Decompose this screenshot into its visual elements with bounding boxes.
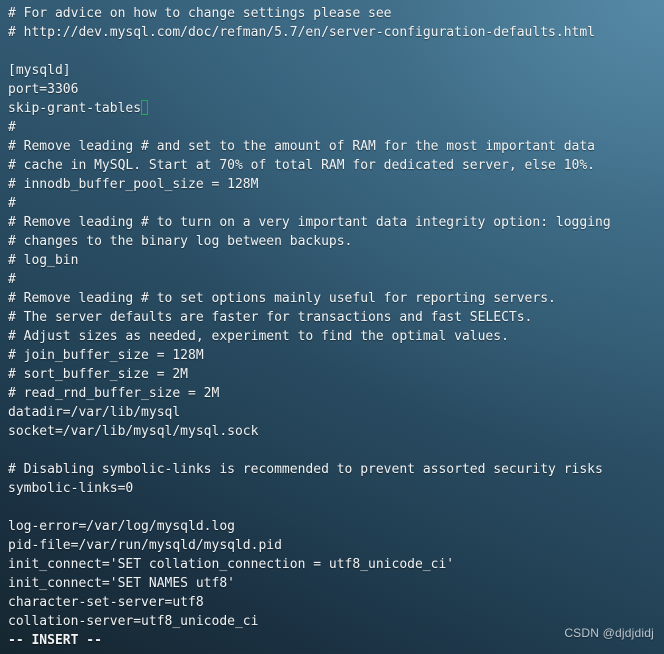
- text-line: # join_buffer_size = 128M: [8, 348, 204, 363]
- text-line: # Remove leading # and set to the amount…: [8, 139, 595, 154]
- text-line: # Disabling symbolic-links is recommende…: [8, 462, 603, 477]
- text-line: [8, 42, 664, 61]
- text-line: init_connect='SET NAMES utf8': [8, 576, 235, 591]
- text-line: # Adjust sizes as needed, experiment to …: [8, 329, 509, 344]
- text-line: port=3306: [8, 82, 79, 97]
- text-line: # read_rnd_buffer_size = 2M: [8, 386, 220, 401]
- text-line: # Remove leading # to set options mainly…: [8, 291, 556, 306]
- text-line: # log_bin: [8, 253, 79, 268]
- text-line: [8, 441, 664, 460]
- text-line: skip-grant-tables: [8, 99, 664, 118]
- text-line: # The server defaults are faster for tra…: [8, 310, 533, 325]
- terminal-window[interactable]: # For advice on how to change settings p…: [0, 0, 664, 654]
- text-line: # For advice on how to change settings p…: [8, 6, 392, 21]
- text-line: # Remove leading # to turn on a very imp…: [8, 215, 611, 230]
- text-line: #: [8, 120, 16, 135]
- text-cursor: [141, 100, 149, 115]
- text-line: datadir=/var/lib/mysql: [8, 405, 181, 420]
- text-line: init_connect='SET collation_connection =…: [8, 557, 455, 572]
- text-line: # cache in MySQL. Start at 70% of total …: [8, 158, 595, 173]
- text-line: [8, 498, 664, 517]
- text-line: # changes to the binary log between back…: [8, 234, 353, 249]
- text-line: [mysqld]: [8, 63, 71, 78]
- vim-text-buffer[interactable]: # For advice on how to change settings p…: [8, 4, 664, 631]
- csdn-watermark: CSDN @djdjdidj: [564, 626, 654, 640]
- text-line: log-error=/var/log/mysqld.log: [8, 519, 235, 534]
- text-line: symbolic-links=0: [8, 481, 134, 496]
- text-line: #: [8, 196, 16, 211]
- text-line: # innodb_buffer_pool_size = 128M: [8, 177, 259, 192]
- text-line: # http://dev.mysql.com/doc/refman/5.7/en…: [8, 25, 595, 40]
- text-line: #: [8, 272, 16, 287]
- text-line: socket=/var/lib/mysql/mysql.sock: [8, 424, 259, 439]
- vim-status-line: -- INSERT --: [8, 633, 102, 648]
- text-line: character-set-server=utf8: [8, 595, 204, 610]
- text-line: # sort_buffer_size = 2M: [8, 367, 189, 382]
- text-line: pid-file=/var/run/mysqld/mysqld.pid: [8, 538, 282, 553]
